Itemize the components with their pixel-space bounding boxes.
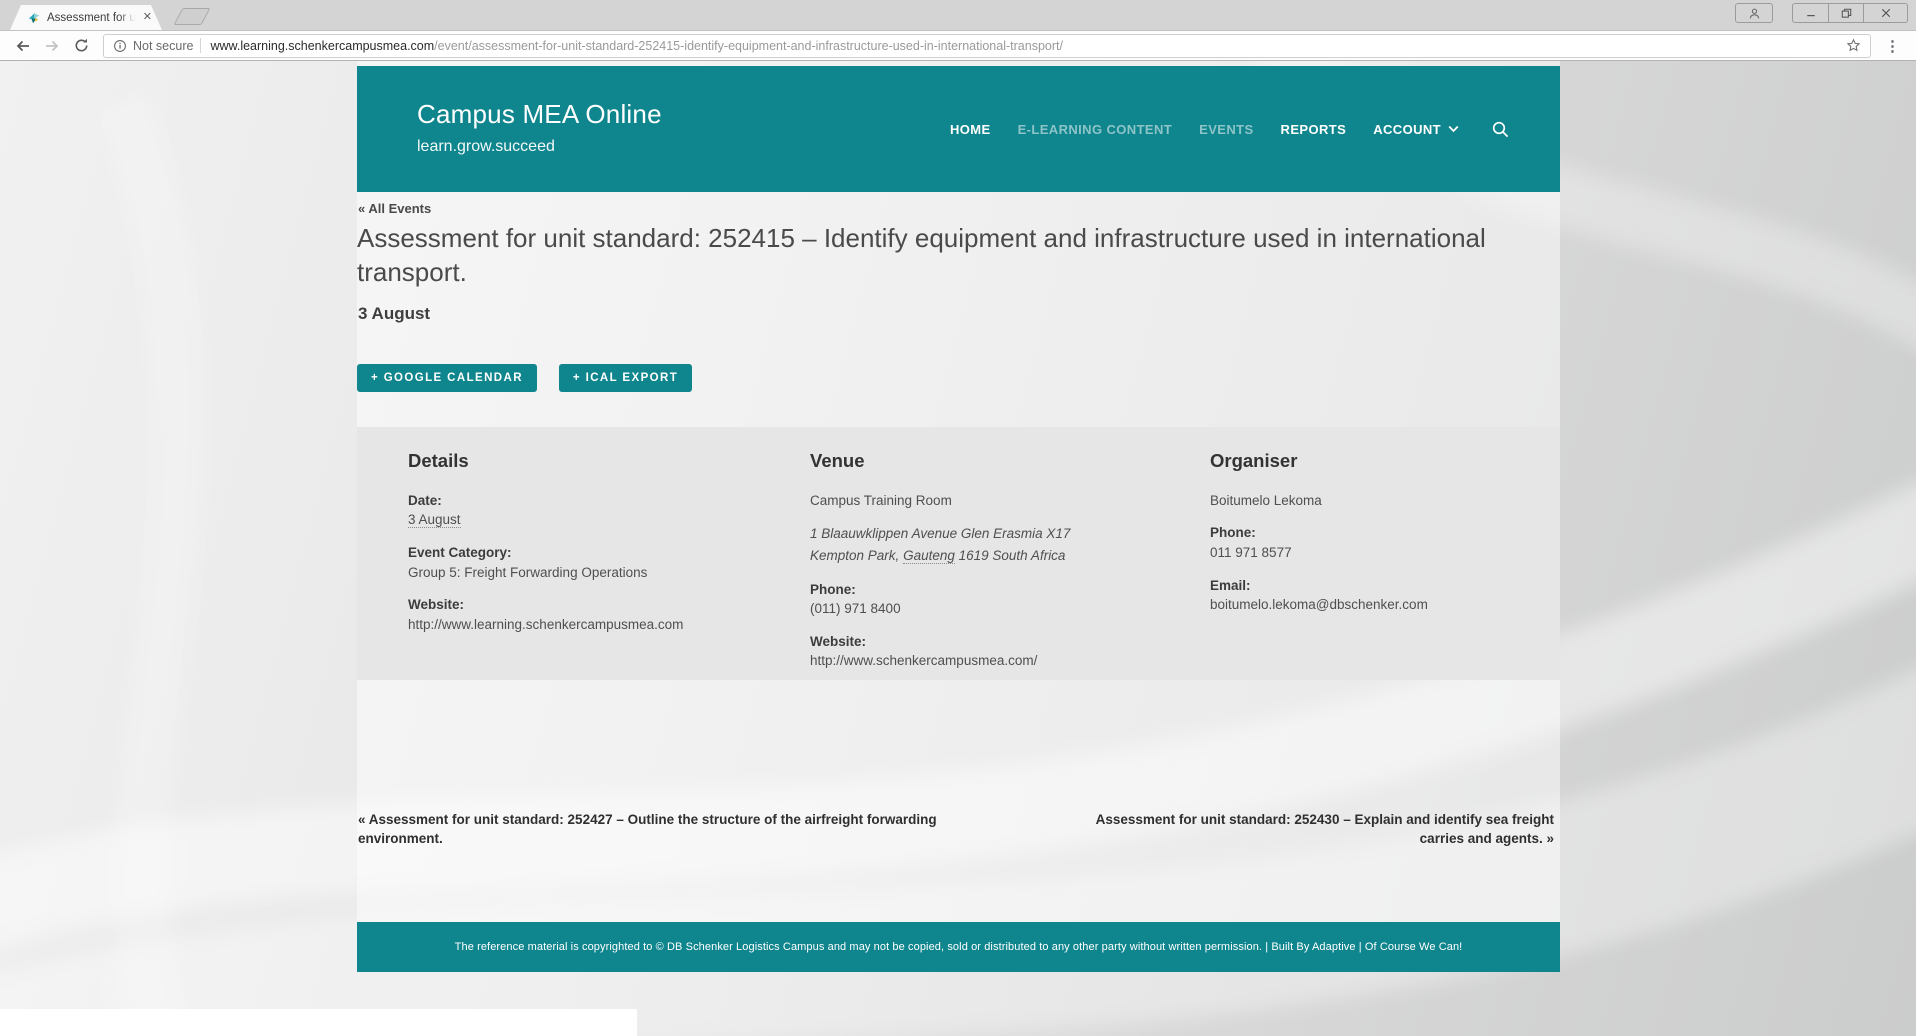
- venue-address-line1: 1 Blaauwklippen Avenue Glen Erasmia X17: [810, 526, 1070, 541]
- details-heading: Details: [408, 448, 733, 475]
- minimize-icon[interactable]: [1792, 3, 1828, 23]
- bottom-white-strip: [0, 1009, 637, 1036]
- venue-website-label: Website:: [810, 632, 1133, 652]
- details-section: Details Date: 3 August Event Category: G…: [357, 448, 759, 680]
- organiser-phone-label: Phone:: [1210, 523, 1534, 543]
- next-event-link[interactable]: Assessment for unit standard: 252430 – E…: [1094, 811, 1554, 849]
- tab-title: Assessment for unit stand: [47, 12, 139, 24]
- profile-icon[interactable]: [1735, 3, 1773, 23]
- nav-item-account[interactable]: ACCOUNT: [1373, 122, 1459, 137]
- url-domain: www.learning.schenkercampusmea.com: [210, 39, 434, 53]
- event-title: Assessment for unit standard: 252415 – I…: [357, 222, 1532, 290]
- not-secure-label: Not secure: [133, 39, 193, 53]
- window-controls: [1735, 3, 1908, 23]
- page-background: Campus MEA Online learn.grow.succeed HOM…: [0, 61, 1916, 1036]
- browser-tab[interactable]: Assessment for unit stand ✕: [10, 5, 162, 30]
- site-title[interactable]: Campus MEA Online: [417, 99, 662, 130]
- url-path: /event/assessment-for-unit-standard-2524…: [434, 39, 1063, 53]
- organiser-email-label: Email:: [1210, 576, 1534, 596]
- details-website-value: http://www.learning.schenkercampusmea.co…: [408, 615, 733, 635]
- close-icon[interactable]: [1864, 3, 1908, 23]
- forward-icon[interactable]: [39, 33, 65, 59]
- site-footer: The reference material is copyrighted to…: [357, 922, 1560, 972]
- reload-icon[interactable]: [68, 33, 94, 59]
- nav-item-reports[interactable]: REPORTS: [1281, 122, 1347, 137]
- site-header: Campus MEA Online learn.grow.succeed HOM…: [357, 66, 1560, 192]
- organiser-name: Boitumelo Lekoma: [1210, 491, 1534, 511]
- event-date-heading: 3 August: [358, 304, 430, 324]
- address-bar[interactable]: Not secure www.learning.schenkercampusme…: [103, 34, 1871, 58]
- event-category-label: Event Category:: [408, 543, 733, 563]
- venue-phone-value: (011) 971 8400: [810, 599, 1133, 619]
- site-brand: Campus MEA Online learn.grow.succeed: [417, 99, 662, 156]
- restore-icon[interactable]: [1828, 3, 1864, 23]
- organiser-section: Organiser Boitumelo Lekoma Phone: 011 97…: [1159, 448, 1560, 680]
- calendar-actions: + GOOGLE CALENDAR + ICAL EXPORT: [357, 364, 692, 392]
- url-separator: [200, 38, 201, 53]
- venue-name: Campus Training Room: [810, 491, 1133, 511]
- venue-heading: Venue: [810, 448, 1133, 475]
- tab-close-icon[interactable]: ✕: [143, 12, 152, 23]
- nav-item-elearning-content[interactable]: E-LEARNING CONTENT: [1018, 122, 1173, 137]
- ical-export-button[interactable]: + ICAL EXPORT: [559, 364, 692, 392]
- venue-address: 1 Blaauwklippen Avenue Glen Erasmia X17 …: [810, 523, 1133, 566]
- venue-address-rest: 1619 South Africa: [959, 548, 1066, 563]
- event-category-value: Group 5: Freight Forwarding Operations: [408, 563, 733, 583]
- date-link[interactable]: 3 August: [408, 512, 461, 528]
- content-column: Campus MEA Online learn.grow.succeed HOM…: [357, 61, 1560, 972]
- event-meta-band: Details Date: 3 August Event Category: G…: [357, 427, 1560, 680]
- venue-section: Venue Campus Training Room 1 Blaauwklipp…: [759, 448, 1159, 680]
- previous-event-link[interactable]: « Assessment for unit standard: 252427 –…: [358, 811, 943, 849]
- browser-menu-icon[interactable]: ⋮: [1879, 37, 1906, 55]
- bookmark-star-icon[interactable]: [1846, 38, 1861, 53]
- main-navigation: HOME E-LEARNING CONTENT EVENTS REPORTS A…: [950, 120, 1510, 139]
- site-tagline: learn.grow.succeed: [417, 138, 662, 156]
- nav-item-events[interactable]: EVENTS: [1199, 122, 1253, 137]
- organiser-email-value: boitumelo.lekoma@dbschenker.com: [1210, 595, 1534, 615]
- details-website-label: Website:: [408, 595, 733, 615]
- browser-tab-bar: Assessment for unit stand ✕: [0, 0, 1916, 31]
- all-events-link[interactable]: « All Events: [358, 201, 431, 216]
- venue-address-city: Kempton Park,: [810, 548, 899, 563]
- search-icon[interactable]: [1491, 120, 1510, 139]
- organiser-phone-value: 011 971 8577: [1210, 543, 1534, 563]
- chevron-down-icon: [1448, 125, 1459, 133]
- favicon-icon: [27, 11, 41, 25]
- venue-website-value: http://www.schenkercampusmea.com/: [810, 651, 1133, 671]
- new-tab-button[interactable]: [173, 8, 210, 25]
- info-icon[interactable]: [113, 39, 127, 53]
- organiser-heading: Organiser: [1210, 448, 1534, 475]
- nav-item-home[interactable]: HOME: [950, 122, 991, 137]
- footer-text: The reference material is copyrighted to…: [455, 941, 1463, 953]
- nav-item-account-label: ACCOUNT: [1373, 122, 1441, 137]
- venue-address-region: Gauteng: [903, 548, 955, 564]
- url-text[interactable]: www.learning.schenkercampusmea.com/event…: [210, 39, 1846, 53]
- date-value: 3 August: [408, 510, 733, 530]
- venue-phone-label: Phone:: [810, 580, 1133, 600]
- back-icon[interactable]: [10, 33, 36, 59]
- google-calendar-button[interactable]: + GOOGLE CALENDAR: [357, 364, 537, 392]
- date-label: Date:: [408, 491, 733, 511]
- browser-toolbar: Not secure www.learning.schenkercampusme…: [0, 31, 1916, 61]
